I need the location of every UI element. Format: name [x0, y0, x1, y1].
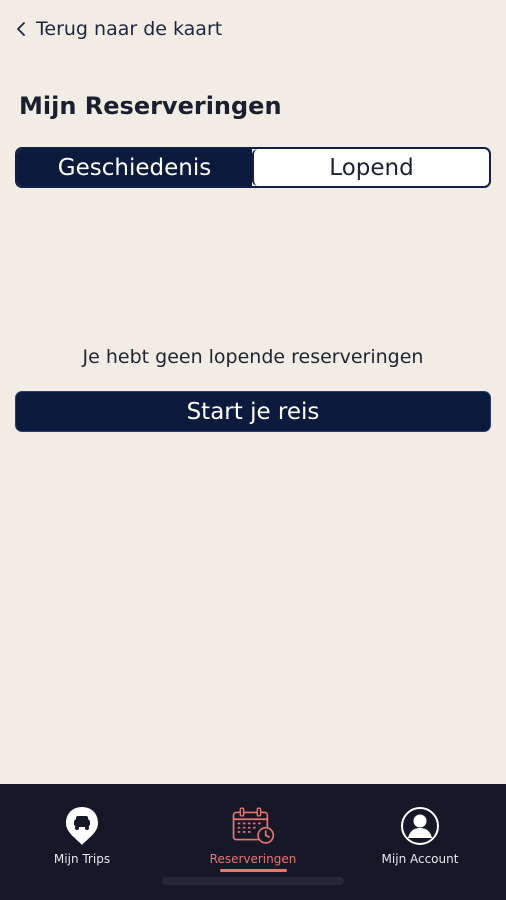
tab-label: Mijn Account: [381, 852, 459, 866]
calendar-clock-icon: [231, 804, 275, 848]
empty-state-message: Je hebt geen lopende reserveringen: [82, 346, 424, 368]
tab-geschiedenis[interactable]: Geschiedenis: [17, 149, 252, 186]
home-indicator: [162, 877, 344, 885]
active-tab-indicator: [220, 869, 287, 872]
tab-label: Mijn Trips: [53, 852, 111, 866]
tab-mijn-account[interactable]: Mijn Account: [350, 804, 490, 866]
tab-reserveringen[interactable]: Reserveringen: [183, 804, 323, 866]
user-circle-icon: [398, 804, 442, 848]
map-pin-car-icon: [60, 804, 104, 848]
tab-mijn-trips[interactable]: Mijn Trips: [12, 804, 152, 866]
tab-lopend[interactable]: Lopend: [252, 149, 489, 186]
page-title: Mijn Reserveringen: [19, 92, 282, 120]
tab-label: Reserveringen: [209, 852, 297, 866]
reservations-segmented-control: Geschiedenis Lopend: [15, 147, 491, 188]
chevron-left-icon: [17, 22, 25, 36]
reservations-screen: Terug naar de kaart Mijn Reserveringen G…: [0, 0, 506, 900]
back-link-label: Terug naar de kaart: [36, 18, 223, 40]
back-to-map-link[interactable]: Terug naar de kaart: [16, 18, 222, 40]
start-trip-button[interactable]: Start je reis: [15, 391, 491, 432]
